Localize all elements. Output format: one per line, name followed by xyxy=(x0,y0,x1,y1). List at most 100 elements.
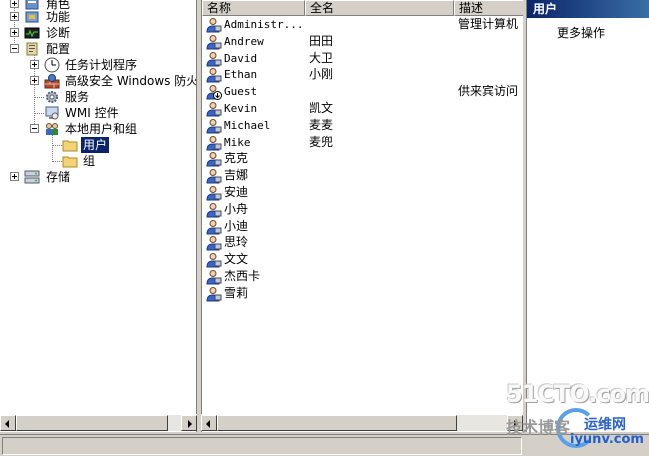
table-row[interactable]: 安迪 xyxy=(202,184,523,201)
user-icon xyxy=(206,235,222,251)
tree-item[interactable]: 功能 xyxy=(0,9,196,25)
user-name-cell: 思玲 xyxy=(224,235,249,250)
column-header-description[interactable]: 描述 xyxy=(454,0,523,16)
wmi-icon xyxy=(44,105,60,121)
expand-icon[interactable] xyxy=(10,28,19,37)
user-name-cell: Michael xyxy=(224,118,271,132)
description-cell: 管理计算机 xyxy=(458,17,519,31)
user-name-cell: 小舟 xyxy=(224,201,249,216)
table-row[interactable]: 吉娜 xyxy=(202,167,523,184)
user-icon xyxy=(206,151,222,167)
tree-item[interactable]: 用户 xyxy=(0,137,196,153)
column-header-fullname[interactable]: 全名 xyxy=(305,0,454,16)
full-name-cell: 凯文 xyxy=(309,101,334,115)
table-row[interactable]: Administr... 管理计算机 xyxy=(202,16,523,33)
tree-item-label: 本地用户和组 xyxy=(65,122,138,136)
scroll-thumb[interactable] xyxy=(217,415,457,431)
full-name-cell: 小刚 xyxy=(309,67,334,82)
user-name-cell: 安迪 xyxy=(224,185,249,199)
user-name-cell: Guest xyxy=(224,85,258,99)
tree-item-label: 高级安全 Windows 防火墙 xyxy=(65,74,197,88)
user-icon xyxy=(206,269,222,285)
status-cell xyxy=(2,437,522,455)
tree-item[interactable]: 高级安全 Windows 防火墙 xyxy=(0,73,197,89)
gear-icon xyxy=(44,89,60,105)
full-name-cell: 田田 xyxy=(309,33,334,48)
expand-icon[interactable] xyxy=(10,0,19,8)
table-row[interactable]: 杰西卡 xyxy=(202,268,523,285)
tree-item[interactable]: WMI 控件 xyxy=(0,105,196,121)
user-icon xyxy=(206,135,222,151)
firewall-icon xyxy=(44,73,60,89)
user-icon xyxy=(206,17,222,33)
user-disabled-icon xyxy=(206,84,222,101)
full-name-cell: 麦麦 xyxy=(309,117,334,132)
user-name-cell: Kevin xyxy=(224,102,258,115)
table-row[interactable]: David 大卫 xyxy=(202,50,523,67)
list-horizontal-scrollbar[interactable] xyxy=(201,414,523,431)
tree-item-label: 诊断 xyxy=(46,26,71,40)
actions-pane: 用户 更多操作 xyxy=(526,0,649,432)
storage-icon xyxy=(24,169,40,185)
table-row[interactable]: 小舟 xyxy=(202,201,523,218)
table-row[interactable]: Mike 麦兜 xyxy=(202,134,523,151)
tree-item-label: 服务 xyxy=(65,90,90,104)
user-name-cell: 杰西卡 xyxy=(224,269,261,283)
tree-item-label: 存储 xyxy=(46,170,71,184)
expand-icon[interactable] xyxy=(30,60,39,69)
tree-item[interactable]: 服务 xyxy=(0,89,196,105)
configuration-icon xyxy=(24,41,40,57)
watermark-url: iyunv.com xyxy=(570,432,644,447)
user-icon xyxy=(206,118,222,134)
expand-icon[interactable] xyxy=(10,12,19,21)
tree-item[interactable]: 任务计划程序 xyxy=(0,57,196,73)
tree-item[interactable]: 本地用户和组 xyxy=(0,121,196,137)
users-list-pane: 名称 全名 描述 Administr... 管理计算机 Andrew 田田 David 大… xyxy=(201,0,523,432)
folder-icon xyxy=(62,137,78,153)
user-icon xyxy=(206,168,222,184)
table-row[interactable]: 思玲 xyxy=(202,234,523,251)
table-row[interactable]: Kevin 凯文 xyxy=(202,100,523,117)
clock-icon xyxy=(44,57,60,73)
user-icon xyxy=(206,219,222,235)
user-icon xyxy=(206,202,222,218)
full-name-cell: 麦兜 xyxy=(309,134,334,149)
table-row[interactable]: 小迪 xyxy=(202,218,523,235)
column-header-name[interactable]: 名称 xyxy=(202,0,305,16)
table-row[interactable]: Andrew 田田 xyxy=(202,33,523,50)
table-row[interactable]: Guest 供来宾访问 xyxy=(202,83,523,101)
scroll-left-button[interactable] xyxy=(201,415,217,431)
actions-title: 用户 xyxy=(527,0,649,18)
scroll-left-button[interactable] xyxy=(0,415,16,431)
table-row[interactable]: Michael 麦麦 xyxy=(202,117,523,134)
tree-item-label: 任务计划程序 xyxy=(65,58,138,72)
tree-item-label: 功能 xyxy=(46,10,71,24)
tree-item-label: 用户 xyxy=(81,137,110,153)
tree-item[interactable]: 配置 xyxy=(0,41,196,57)
user-name-cell: Administr... xyxy=(224,18,304,31)
users-group-icon xyxy=(44,121,60,137)
more-actions-link[interactable]: 更多操作 xyxy=(557,24,605,41)
table-row[interactable]: 文文 xyxy=(202,251,523,268)
description-cell: 供来宾访问 xyxy=(458,84,519,99)
expand-icon[interactable] xyxy=(30,76,39,85)
scroll-thumb[interactable] xyxy=(16,415,168,431)
collapse-icon[interactable] xyxy=(10,44,19,53)
tree-item[interactable]: 存储 xyxy=(0,169,196,185)
table-row[interactable]: 雪莉 xyxy=(202,285,523,302)
user-icon xyxy=(206,252,222,268)
watermark: 51CTO.com 技术博客 运维网 iyunv.com xyxy=(498,376,649,456)
tree-horizontal-scrollbar[interactable] xyxy=(0,414,197,431)
tree-item[interactable]: 组 xyxy=(0,153,196,169)
user-name-cell: 吉娜 xyxy=(224,168,249,183)
user-icon xyxy=(206,34,222,50)
scroll-right-button[interactable] xyxy=(181,415,197,431)
table-row[interactable]: 克克 xyxy=(202,150,523,167)
tree-item[interactable]: 诊断 xyxy=(0,25,196,41)
expand-icon[interactable] xyxy=(10,172,19,181)
user-icon xyxy=(206,185,222,201)
user-icon xyxy=(206,101,222,117)
table-row[interactable]: Ethan 小刚 xyxy=(202,66,523,83)
list-header: 名称 全名 描述 xyxy=(202,0,523,16)
collapse-icon[interactable] xyxy=(30,124,39,133)
